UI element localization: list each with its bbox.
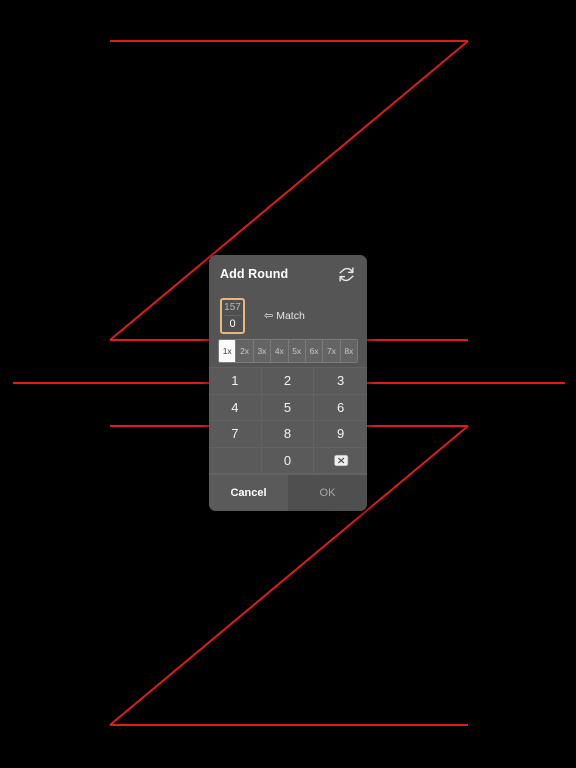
score-total: 157 (224, 302, 241, 313)
numeric-keypad: 123 456 7890 (209, 367, 367, 474)
keypad-key-4[interactable]: 4 (209, 394, 262, 421)
backspace-icon[interactable] (314, 448, 367, 474)
dialog-footer: Cancel OK (209, 474, 367, 511)
refresh-icon[interactable] (336, 264, 356, 284)
dialog-title: Add Round (220, 267, 289, 281)
keypad-key-0[interactable]: 0 (261, 447, 315, 474)
multiplier-option-2x[interactable]: 2x (236, 340, 254, 362)
score-current: 0 (229, 318, 236, 330)
keypad-key-7[interactable]: 7 (209, 421, 262, 448)
multiplier-option-4x[interactable]: 4x (271, 340, 289, 362)
keypad-blank (209, 447, 262, 474)
match-label[interactable]: ⇦ Match (264, 310, 305, 322)
cancel-button[interactable]: Cancel (209, 475, 288, 511)
left-arrow-icon: ⇦ (264, 309, 274, 322)
keypad-key-8[interactable]: 8 (261, 421, 315, 448)
score-row: 157 0 ⇦ Match (209, 293, 367, 339)
refresh-icon-glyph (338, 266, 354, 282)
multiplier-option-8x[interactable]: 8x (340, 340, 357, 362)
multiplier-option-3x[interactable]: 3x (253, 340, 272, 362)
multiplier-option-1x[interactable]: 1x (219, 340, 237, 362)
keypad-key-2[interactable]: 2 (261, 368, 315, 395)
ok-button[interactable]: OK (288, 475, 367, 511)
score-input-box[interactable]: 157 0 (220, 298, 245, 334)
keypad-key-3[interactable]: 3 (314, 368, 367, 395)
multiplier-option-5x[interactable]: 5x (288, 340, 306, 362)
dialog-header: Add Round (209, 255, 367, 293)
keypad-key-6[interactable]: 6 (314, 395, 367, 421)
multiplier-option-7x[interactable]: 7x (323, 340, 341, 362)
keypad-key-9[interactable]: 9 (314, 421, 367, 448)
add-round-dialog: Add Round 157 0 ⇦ Match 1x 2x 3x 4x 5x 6x 7x 8x… (209, 255, 367, 511)
multiplier-option-6x[interactable]: 6x (305, 340, 324, 362)
keypad-key-1[interactable]: 1 (209, 368, 262, 395)
keypad-key-5[interactable]: 5 (261, 394, 315, 421)
multiplier-selector[interactable]: 1x 2x 3x 4x 5x 6x 7x 8x (218, 339, 358, 363)
match-text: Match (276, 310, 305, 322)
backspace-icon-glyph (334, 454, 349, 466)
